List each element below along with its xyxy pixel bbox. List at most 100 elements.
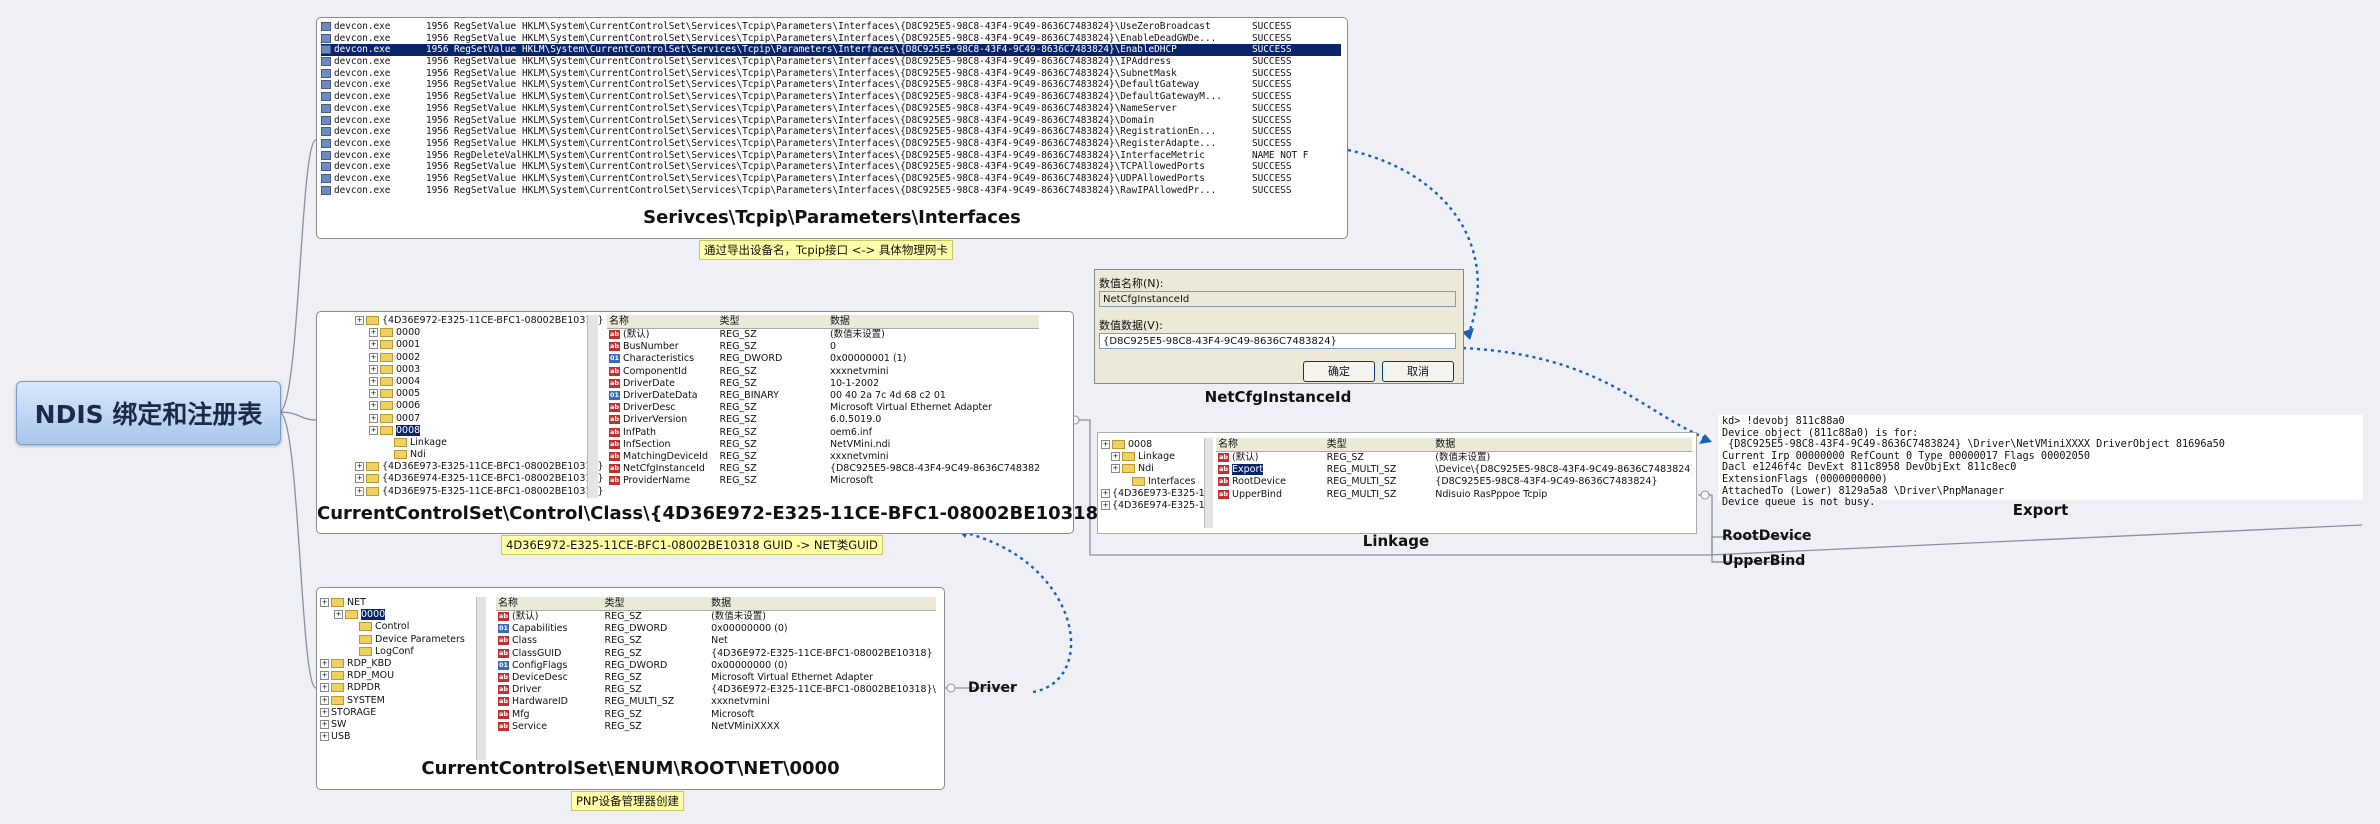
expander-icon[interactable]: +: [369, 401, 378, 411]
tree-item[interactable]: Device Parameters: [320, 634, 495, 646]
expander-icon[interactable]: +: [369, 389, 378, 399]
expander-icon[interactable]: +: [320, 707, 329, 717]
tree-item[interactable]: +0008: [1101, 439, 1211, 451]
value-row[interactable]: ab MatchingDeviceId REG_SZ xxxnetvmini: [607, 451, 1039, 463]
cancel-button[interactable]: 取消: [1382, 361, 1454, 382]
value-row[interactable]: ab Class REG_SZ Net: [496, 635, 936, 647]
tree-item[interactable]: + Ndi: [1101, 463, 1211, 475]
column-header[interactable]: 数据: [709, 597, 936, 610]
expander-icon[interactable]: +: [1101, 500, 1110, 510]
procmon-row[interactable]: devcon.exe 1956 RegSetValue HKLM\System\Cur…: [321, 33, 1341, 45]
procmon-row[interactable]: devcon.exe 1956 RegSetValue HKLM\System\Cur…: [321, 115, 1341, 127]
tree-item[interactable]: + RDP_MOU: [320, 670, 495, 682]
tree-item[interactable]: Control: [320, 621, 495, 633]
enum-tree-scrollbar[interactable]: [476, 597, 486, 760]
value-row[interactable]: ab ProviderName REG_SZ Microsoft: [607, 475, 1039, 487]
ok-button[interactable]: 确定: [1303, 361, 1375, 382]
expander-icon[interactable]: +: [320, 695, 329, 705]
expander-icon[interactable]: +: [369, 376, 378, 386]
value-row[interactable]: ab RootDevice REG_MULTI_SZ {D8C925E5-98C8-4…: [1216, 476, 1692, 488]
tree-item[interactable]: + {4D36E975-E325-11CE-BFC1-08002BE10318}: [355, 486, 905, 498]
procmon-row[interactable]: devcon.exe 1956 RegSetValue HKLM\System\Cur…: [321, 126, 1341, 138]
class-tree-scrollbar[interactable]: [587, 315, 598, 498]
expander-icon[interactable]: +: [320, 671, 329, 681]
linkage-tree-scrollbar[interactable]: [1204, 438, 1213, 528]
central-topic[interactable]: NDIS 绑定和注册表: [16, 381, 281, 445]
tree-item[interactable]: + STORAGE: [320, 707, 495, 719]
value-row[interactable]: ab ComponentId REG_SZ xxxnetvmini: [607, 366, 1039, 378]
procmon-row[interactable]: devcon.exe 1956 RegSetValue HKLM\System\Cur…: [321, 21, 1341, 33]
expander-icon[interactable]: +: [320, 683, 329, 693]
procmon-row[interactable]: devcon.exe 1956 RegSetValue HKLM\System\Cur…: [321, 68, 1341, 80]
expander-icon[interactable]: +: [1101, 488, 1110, 498]
value-row[interactable]: 01 Characteristics REG_DWORD 0x00000001 (1): [607, 353, 1039, 365]
expander-icon[interactable]: +: [334, 610, 343, 620]
tree-item[interactable]: + SYSTEM: [320, 695, 495, 707]
value-row[interactable]: ab (默认) REG_SZ (数值未设置): [607, 329, 1039, 341]
value-row[interactable]: 01 ConfigFlags REG_DWORD 0x00000000 (0): [496, 660, 936, 672]
value-row[interactable]: ab DriverDesc REG_SZ Microsoft Virtual Ethe…: [607, 402, 1039, 414]
procmon-row[interactable]: devcon.exe 1956 RegDeleteValueHKLM\System\…: [321, 150, 1341, 162]
tree-item[interactable]: Interfaces: [1101, 476, 1211, 488]
column-header[interactable]: 类型: [717, 315, 827, 328]
tree-item[interactable]: +{4D36E973-E325-11CE: [1101, 488, 1211, 500]
value-name-field[interactable]: NetCfgInstanceId: [1099, 291, 1456, 307]
rootdevice-branch[interactable]: RootDevice: [1722, 528, 1812, 544]
tree-item[interactable]: + SW: [320, 719, 495, 731]
expander-icon[interactable]: +: [320, 598, 329, 607]
procmon-row[interactable]: devcon.exe 1956 RegSetValue HKLM\System\Cur…: [321, 185, 1341, 197]
procmon-row[interactable]: devcon.exe 1956 RegSetValue HKLM\System\Cur…: [321, 138, 1341, 150]
procmon-row[interactable]: devcon.exe 1956 RegSetValue HKLM\System\Cur…: [321, 161, 1341, 173]
value-row[interactable]: ab Driver REG_SZ {4D36E972-E325-11CE-BFC1-0…: [496, 684, 936, 696]
expander-icon[interactable]: +: [369, 328, 378, 338]
tree-item[interactable]: + Linkage: [1101, 451, 1211, 463]
column-header[interactable]: 名称: [496, 597, 603, 610]
tree-item[interactable]: +0000: [320, 609, 495, 621]
enum-node[interactable]: + NET +0000 Control Device Parameters LogConf…: [316, 587, 945, 790]
column-header[interactable]: 类型: [603, 597, 710, 610]
expander-icon[interactable]: +: [369, 425, 378, 435]
tree-item[interactable]: +{4D36E974-E325-11CE: [1101, 500, 1211, 512]
column-header[interactable]: 名称: [1216, 438, 1325, 451]
driver-branch[interactable]: Driver: [968, 680, 1017, 696]
tree-item[interactable]: + USB: [320, 731, 495, 743]
value-row[interactable]: ab DeviceDesc REG_SZ Microsoft Virtual Ethe…: [496, 672, 936, 684]
procmon-row[interactable]: devcon.exe 1956 RegSetValue HKLM\System\Cur…: [321, 173, 1341, 185]
column-header[interactable]: 数据: [828, 315, 1039, 328]
value-row[interactable]: ab Service REG_SZ NetVMiniXXXX: [496, 721, 936, 733]
column-header[interactable]: 类型: [1325, 438, 1434, 451]
value-row[interactable]: ab InfPath REG_SZ oem6.inf: [607, 427, 1039, 439]
tree-item[interactable]: + RDPDR: [320, 682, 495, 694]
expander-icon[interactable]: +: [369, 413, 378, 423]
value-row[interactable]: ab ClassGUID REG_SZ {4D36E972-E325-11CE-BFC…: [496, 648, 936, 660]
class-node[interactable]: + {4D36E972-E325-11CE-BFC1-08002BE10318} +…: [316, 311, 1168, 534]
value-row[interactable]: ab InfSection REG_SZ NetVMini.ndi: [607, 439, 1039, 451]
expander-icon[interactable]: +: [355, 316, 364, 325]
expander-icon[interactable]: +: [355, 486, 364, 496]
expander-icon[interactable]: +: [1101, 440, 1110, 449]
procmon-row[interactable]: devcon.exe 1956 RegSetValue HKLM\System\Cur…: [321, 79, 1341, 91]
value-row[interactable]: ab Mfg REG_SZ Microsoft: [496, 709, 936, 721]
column-header[interactable]: 数据: [1433, 438, 1692, 451]
value-data-field[interactable]: {D8C925E5-98C8-43F4-9C49-8636C7483824}: [1099, 333, 1456, 349]
expander-icon[interactable]: +: [320, 719, 329, 729]
expander-icon[interactable]: +: [355, 462, 364, 472]
value-row[interactable]: ab UpperBind REG_MULTI_SZ Ndisuio RasPppoe …: [1216, 489, 1692, 501]
value-row[interactable]: ab HardwareID REG_MULTI_SZ xxxnetvmini: [496, 696, 936, 708]
procmon-row[interactable]: devcon.exe 1956 RegSetValue HKLM\System\Cur…: [321, 91, 1341, 103]
expander-icon[interactable]: +: [369, 340, 378, 350]
upperbind-branch[interactable]: UpperBind: [1722, 553, 1805, 569]
expander-icon[interactable]: +: [320, 732, 329, 742]
expander-icon[interactable]: +: [1111, 452, 1120, 462]
value-row[interactable]: ab (默认) REG_SZ (数值未设置): [496, 611, 936, 623]
export-node[interactable]: kd> !devobj 811c88a0 Device object (811c8…: [1718, 415, 2363, 508]
linkage-node[interactable]: +0008 + Linkage + Ndi Interfaces + {4D36E973-E3…: [1097, 432, 1697, 534]
expander-icon[interactable]: +: [369, 352, 378, 362]
tree-item[interactable]: LogConf: [320, 646, 495, 658]
procmon-row[interactable]: devcon.exe 1956 RegSetValue HKLM\System\Cur…: [321, 103, 1341, 115]
tree-item[interactable]: + NET: [320, 597, 495, 609]
value-row[interactable]: ab Export REG_MULTI_SZ \Device\{D8C925E5-98…: [1216, 464, 1692, 476]
value-row[interactable]: ab BusNumber REG_SZ 0: [607, 341, 1039, 353]
value-row[interactable]: 01 Capabilities REG_DWORD 0x00000000 (0): [496, 623, 936, 635]
value-row[interactable]: ab NetCfgInstanceId REG_SZ {D8C925E5-98C8-4…: [607, 463, 1039, 475]
